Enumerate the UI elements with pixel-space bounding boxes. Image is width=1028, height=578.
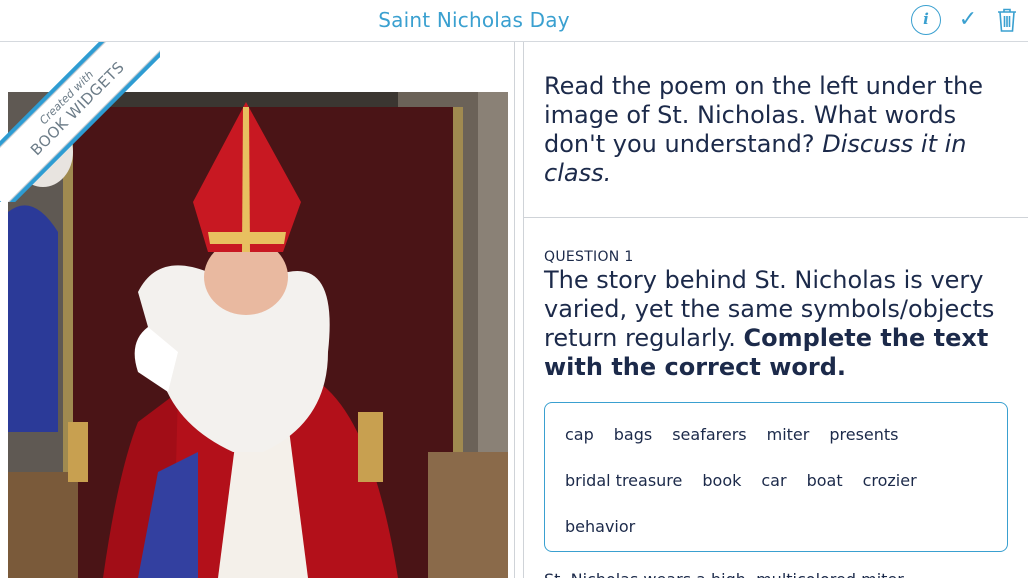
instruction-text: Read the poem on the left under the imag… [544, 72, 983, 187]
question-label: QUESTION 1 [544, 249, 634, 265]
pane-splitter[interactable] [514, 42, 524, 578]
cloze-text-start: St. Nicholas wears a high, multicolored … [544, 570, 904, 578]
ribbon-line2: BOOK WIDGETS [27, 58, 129, 160]
word-chip[interactable]: miter [757, 412, 820, 458]
word-chip[interactable]: behavior [555, 504, 645, 550]
word-chip[interactable]: bridal treasure [555, 458, 692, 504]
trash-button[interactable] [996, 7, 1018, 33]
word-chip[interactable]: presents [819, 412, 908, 458]
check-button[interactable]: ✓ [957, 6, 979, 34]
book-widgets-ribbon: Created with BOOK WIDGETS [0, 42, 160, 202]
word-chip[interactable]: crozier [853, 458, 927, 504]
question-text: The story behind St. Nicholas is very va… [544, 266, 995, 381]
left-pane: Created with BOOK WIDGETS [0, 42, 514, 578]
page-title: Saint Nicholas Day [378, 8, 570, 32]
word-chip[interactable]: bags [604, 412, 662, 458]
right-pane: Read the poem on the left under the imag… [524, 42, 1028, 578]
word-chip[interactable]: cap [555, 412, 604, 458]
word-chip[interactable]: seafarers [662, 412, 756, 458]
check-icon: ✓ [958, 7, 978, 32]
trash-icon [998, 8, 1016, 32]
word-chip[interactable]: boat [797, 458, 853, 504]
word-chip[interactable]: book [692, 458, 751, 504]
info-button[interactable]: i [911, 5, 941, 35]
info-icon: i [923, 10, 929, 28]
top-bar: Saint Nicholas Day i ✓ [0, 0, 1028, 42]
word-bank: cap bags seafarers miter presents bridal trea… [544, 402, 1008, 552]
divider [524, 217, 1028, 218]
word-chip[interactable]: car [751, 458, 796, 504]
